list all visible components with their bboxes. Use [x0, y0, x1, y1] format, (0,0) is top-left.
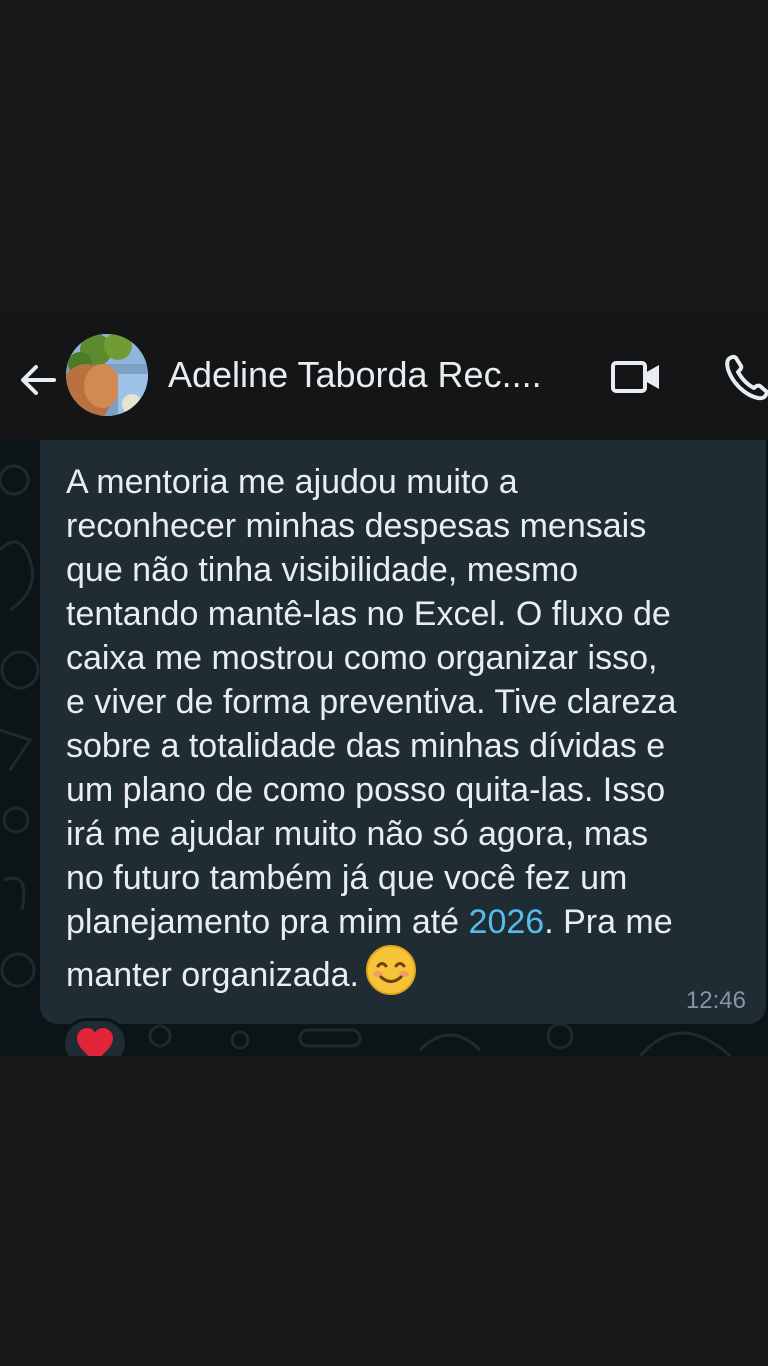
year-link[interactable]: 2026 [469, 903, 545, 941]
video-camera-icon [611, 361, 659, 393]
chat-area[interactable]: A mentoria me ajudou muito a reconhecer … [0, 440, 768, 1056]
smiling-face-icon [365, 944, 417, 1007]
avatar-photo [66, 334, 148, 416]
message-time: 12:46 [685, 987, 746, 1014]
avatar[interactable] [66, 334, 148, 416]
phone-icon [725, 354, 768, 401]
video-call-button[interactable] [606, 352, 666, 402]
red-heart-icon [77, 1028, 113, 1056]
arrow-left-icon [21, 365, 56, 395]
contact-name[interactable]: Adeline Taborda Rec.... [168, 352, 588, 398]
voice-call-button[interactable] [720, 350, 768, 404]
message-text: A mentoria me ajudou muito a reconhecer … [66, 460, 740, 1007]
chat-header: Adeline Taborda Rec.... [0, 312, 768, 440]
back-button[interactable] [14, 356, 62, 404]
message-reaction[interactable] [62, 1018, 128, 1056]
message-bubble[interactable]: A mentoria me ajudou muito a reconhecer … [40, 440, 766, 1024]
chat-screen: Adeline Taborda Rec.... A mentoria me aj… [0, 0, 768, 1366]
message-body: A mentoria me ajudou muito a reconhecer … [66, 463, 677, 941]
